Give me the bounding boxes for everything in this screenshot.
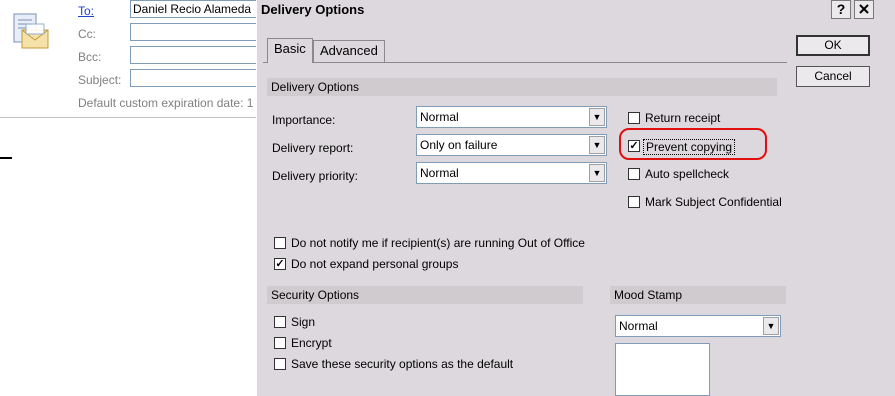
chevron-down-icon[interactable]: ▼ (589, 108, 605, 126)
to-link[interactable]: To: (78, 4, 94, 18)
importance-select[interactable]: Normal ▼ (416, 106, 607, 128)
mood-stamp-value: Normal (619, 319, 658, 333)
dialog-title: Delivery Options (261, 2, 365, 17)
tab-advanced[interactable]: Advanced (313, 40, 385, 62)
sign-label: Sign (291, 315, 316, 329)
delivery-priority-value: Normal (420, 166, 459, 180)
delivery-report-select[interactable]: Only on failure ▼ (416, 134, 607, 156)
mood-stamp-header: Mood Stamp (610, 286, 786, 304)
auto-spellcheck-label: Auto spellcheck (645, 167, 730, 181)
ok-button[interactable]: OK (796, 35, 870, 56)
expiry-text: Default custom expiration date: 1 (78, 96, 254, 110)
delivery-report-label: Delivery report: (272, 141, 354, 155)
auto-spellcheck-checkbox[interactable] (628, 168, 640, 180)
tab-basic-label: Basic (274, 41, 306, 56)
sign-checkbox[interactable] (274, 316, 286, 328)
delivery-options-header: Delivery Options (267, 78, 777, 96)
mark-confidential-checkbox[interactable] (628, 196, 640, 208)
expand-groups-label: Do not expand personal groups (291, 257, 459, 271)
cc-field[interactable] (130, 23, 270, 41)
save-security-default-checkbox[interactable] (274, 358, 286, 370)
chevron-down-icon[interactable]: ▼ (763, 317, 779, 335)
encrypt-checkbox[interactable] (274, 337, 286, 349)
delivery-options-dialog: Delivery Options ? Basic Advanced OK Can… (256, 0, 895, 396)
mark-confidential-label: Mark Subject Confidential (645, 195, 782, 209)
bcc-label: Bcc: (78, 50, 102, 64)
importance-label: Importance: (272, 113, 336, 127)
bcc-field[interactable] (130, 46, 270, 64)
chevron-down-icon[interactable]: ▼ (589, 164, 605, 182)
close-button[interactable] (854, 0, 874, 19)
subject-field[interactable] (130, 69, 270, 87)
security-options-header: Security Options (267, 286, 583, 304)
text-cursor (0, 157, 12, 159)
dialog-titlebar[interactable]: Delivery Options ? (257, 0, 895, 20)
expand-groups-checkbox[interactable]: ✓ (274, 258, 286, 270)
help-button[interactable]: ? (831, 0, 851, 19)
delivery-priority-select[interactable]: Normal ▼ (416, 162, 607, 184)
mood-stamp-select[interactable]: Normal ▼ (615, 315, 781, 337)
divider (0, 117, 260, 118)
return-receipt-checkbox[interactable] (628, 112, 640, 124)
tab-basic[interactable]: Basic (267, 38, 313, 63)
return-receipt-label: Return receipt (645, 111, 721, 125)
highlight-annotation (619, 128, 767, 160)
importance-value: Normal (420, 110, 459, 124)
cancel-button[interactable]: Cancel (796, 66, 870, 87)
delivery-priority-label: Delivery priority: (272, 169, 359, 183)
save-security-default-label: Save these security options as the defau… (291, 357, 514, 371)
mood-stamp-preview (615, 343, 710, 396)
to-value: Daniel Recio Alameda (133, 2, 252, 16)
subject-label: Subject: (78, 73, 122, 87)
out-of-office-label: Do not notify me if recipient(s) are run… (291, 236, 585, 250)
envelope-icon (13, 13, 49, 49)
delivery-report-value: Only on failure (420, 138, 498, 152)
cc-label: Cc: (78, 27, 96, 41)
tab-advanced-label: Advanced (320, 43, 378, 58)
encrypt-label: Encrypt (291, 336, 332, 350)
to-field[interactable]: Daniel Recio Alameda (130, 0, 270, 18)
close-icon (859, 4, 869, 14)
chevron-down-icon[interactable]: ▼ (589, 136, 605, 154)
out-of-office-checkbox[interactable] (274, 237, 286, 249)
